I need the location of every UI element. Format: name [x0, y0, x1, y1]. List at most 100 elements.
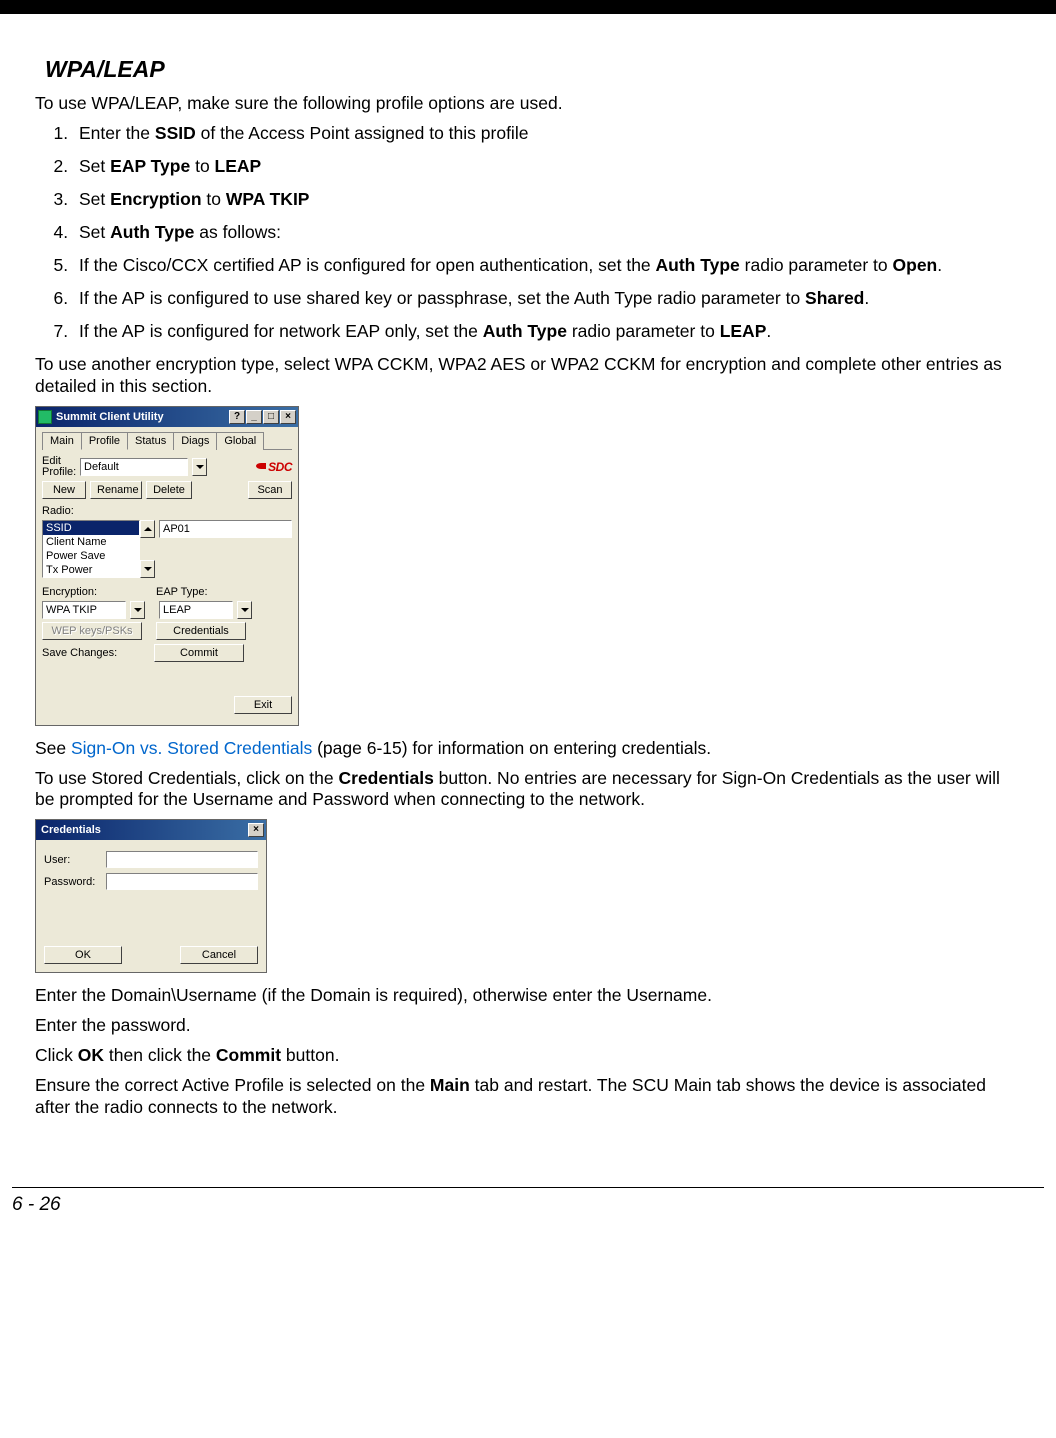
tab-global[interactable]: Global	[216, 432, 264, 450]
step-text: to	[190, 156, 214, 176]
credentials-titlebar[interactable]: Credentials ×	[36, 820, 266, 840]
tab-main[interactable]: Main	[42, 432, 82, 450]
step-text: to	[202, 189, 226, 209]
app-icon	[38, 410, 52, 424]
step-text: Set	[79, 156, 110, 176]
scu-titlebar[interactable]: Summit Client Utility ? _ □ ×	[36, 407, 298, 427]
credentials-dialog: Credentials × User: Password: OK Cancel	[35, 819, 267, 973]
signon-link[interactable]: Sign-On vs. Stored Credentials	[71, 738, 312, 758]
step-bold: Auth Type	[483, 321, 567, 341]
radio-item-clientname[interactable]: Client Name	[43, 535, 139, 549]
user-input[interactable]	[106, 851, 258, 868]
exit-button[interactable]: Exit	[234, 696, 292, 714]
step-text: .	[864, 288, 869, 308]
wep-keys-button: WEP keys/PSKs	[42, 622, 142, 640]
page-footer: 6 - 26	[12, 1187, 1044, 1236]
step-text: If the Cisco/CCX certified AP is configu…	[79, 255, 656, 275]
scroll-up-icon[interactable]	[140, 520, 155, 538]
scu-body: Main Profile Status Diags Global Edit Pr…	[36, 427, 298, 725]
tab-diags[interactable]: Diags	[173, 432, 217, 450]
text: See	[35, 738, 71, 758]
radio-item-txpower[interactable]: Tx Power	[43, 563, 139, 577]
tab-profile[interactable]: Profile	[81, 432, 128, 450]
step-text: If the AP is configured for network EAP …	[79, 321, 483, 341]
step-text: as follows:	[194, 222, 281, 242]
scroll-down-icon[interactable]	[140, 560, 155, 578]
scu-tabs: Main Profile Status Diags Global	[42, 431, 292, 450]
steps-list: Enter the SSID of the Access Point assig…	[35, 123, 1021, 342]
encryption-select[interactable]: WPA TKIP	[42, 601, 126, 619]
step-bold: LEAP	[720, 321, 767, 341]
step-text: Set	[79, 222, 110, 242]
bold: Main	[430, 1075, 470, 1095]
step-bold: Encryption	[110, 189, 201, 209]
step-bold: Auth Type	[110, 222, 194, 242]
bold: Credentials	[339, 768, 434, 788]
rename-button[interactable]: Rename	[90, 481, 142, 499]
wep-cred-row: WEP keys/PSKs Credentials	[42, 622, 292, 640]
intro-paragraph: To use WPA/LEAP, make sure the following…	[35, 93, 1021, 115]
chevron-down-icon[interactable]	[237, 601, 252, 619]
step-bold: Shared	[805, 288, 864, 308]
bold: OK	[78, 1045, 104, 1065]
step-4: Set Auth Type as follows:	[73, 222, 1021, 243]
step-bold: Open	[893, 255, 938, 275]
credentials-button[interactable]: Credentials	[156, 622, 246, 640]
step-2: Set EAP Type to LEAP	[73, 156, 1021, 177]
text: Click	[35, 1045, 78, 1065]
eap-type-label: EAP Type:	[156, 586, 208, 598]
ssid-input[interactable]: AP01	[159, 520, 292, 538]
close-button[interactable]: ×	[280, 410, 296, 424]
eap-type-select[interactable]: LEAP	[159, 601, 233, 619]
close-button[interactable]: ×	[248, 823, 264, 837]
text: button.	[281, 1045, 339, 1065]
ensure-profile-paragraph: Ensure the correct Active Profile is sel…	[35, 1075, 1021, 1119]
encryption-label: Encryption:	[42, 586, 152, 598]
scan-button[interactable]: Scan	[248, 481, 292, 499]
commit-button[interactable]: Commit	[154, 644, 244, 662]
step-1: Enter the SSID of the Access Point assig…	[73, 123, 1021, 144]
radio-item-ssid[interactable]: SSID	[43, 521, 139, 535]
see-paragraph: See Sign-On vs. Stored Credentials (page…	[35, 738, 1021, 760]
edit-profile-select[interactable]: Default	[80, 458, 188, 476]
step-text: .	[766, 321, 771, 341]
minimize-button[interactable]: _	[246, 410, 262, 424]
enc-eap-labels: Encryption: EAP Type:	[42, 586, 292, 598]
step-text: of the Access Point assigned to this pro…	[196, 123, 529, 143]
help-button[interactable]: ?	[229, 410, 245, 424]
section-heading: WPA/LEAP	[45, 56, 1021, 83]
credentials-body: User: Password: OK Cancel	[36, 840, 266, 972]
radio-label: Radio:	[42, 505, 292, 517]
ok-button[interactable]: OK	[44, 946, 122, 964]
step-bold: LEAP	[215, 156, 262, 176]
chevron-down-icon[interactable]	[130, 601, 145, 619]
sdc-logo: SDC	[268, 460, 292, 474]
step-6: If the AP is configured to use shared ke…	[73, 288, 1021, 309]
maximize-button[interactable]: □	[263, 410, 279, 424]
credentials-instruction: To use Stored Credentials, click on the …	[35, 768, 1021, 812]
step-bold: Auth Type	[656, 255, 740, 275]
scu-title: Summit Client Utility	[56, 411, 229, 423]
page-top-bar	[0, 0, 1056, 14]
step-3: Set Encryption to WPA TKIP	[73, 189, 1021, 210]
radio-param-list[interactable]: SSID Client Name Power Save Tx Power	[42, 520, 140, 578]
enc-eap-row: WPA TKIP LEAP	[42, 601, 292, 619]
cancel-button[interactable]: Cancel	[180, 946, 258, 964]
password-input[interactable]	[106, 873, 258, 890]
after-steps-paragraph: To use another encryption type, select W…	[35, 354, 1021, 398]
radio-item-powersave[interactable]: Power Save	[43, 549, 139, 563]
text: then click the	[104, 1045, 216, 1065]
chevron-down-icon[interactable]	[192, 458, 207, 476]
tab-status[interactable]: Status	[127, 432, 174, 450]
new-button[interactable]: New	[42, 481, 86, 499]
delete-button[interactable]: Delete	[146, 481, 192, 499]
scu-dialog: Summit Client Utility ? _ □ × Main Profi…	[35, 406, 299, 726]
credentials-buttons: OK Cancel	[44, 946, 258, 964]
page-content: WPA/LEAP To use WPA/LEAP, make sure the …	[0, 14, 1056, 1137]
password-row: Password:	[44, 873, 258, 890]
text: Ensure the correct Active Profile is sel…	[35, 1075, 430, 1095]
text: (page 6-15) for information on entering …	[312, 738, 711, 758]
credentials-title: Credentials	[38, 824, 248, 836]
save-row: Save Changes: Commit	[42, 644, 292, 662]
text: To use Stored Credentials, click on the	[35, 768, 339, 788]
